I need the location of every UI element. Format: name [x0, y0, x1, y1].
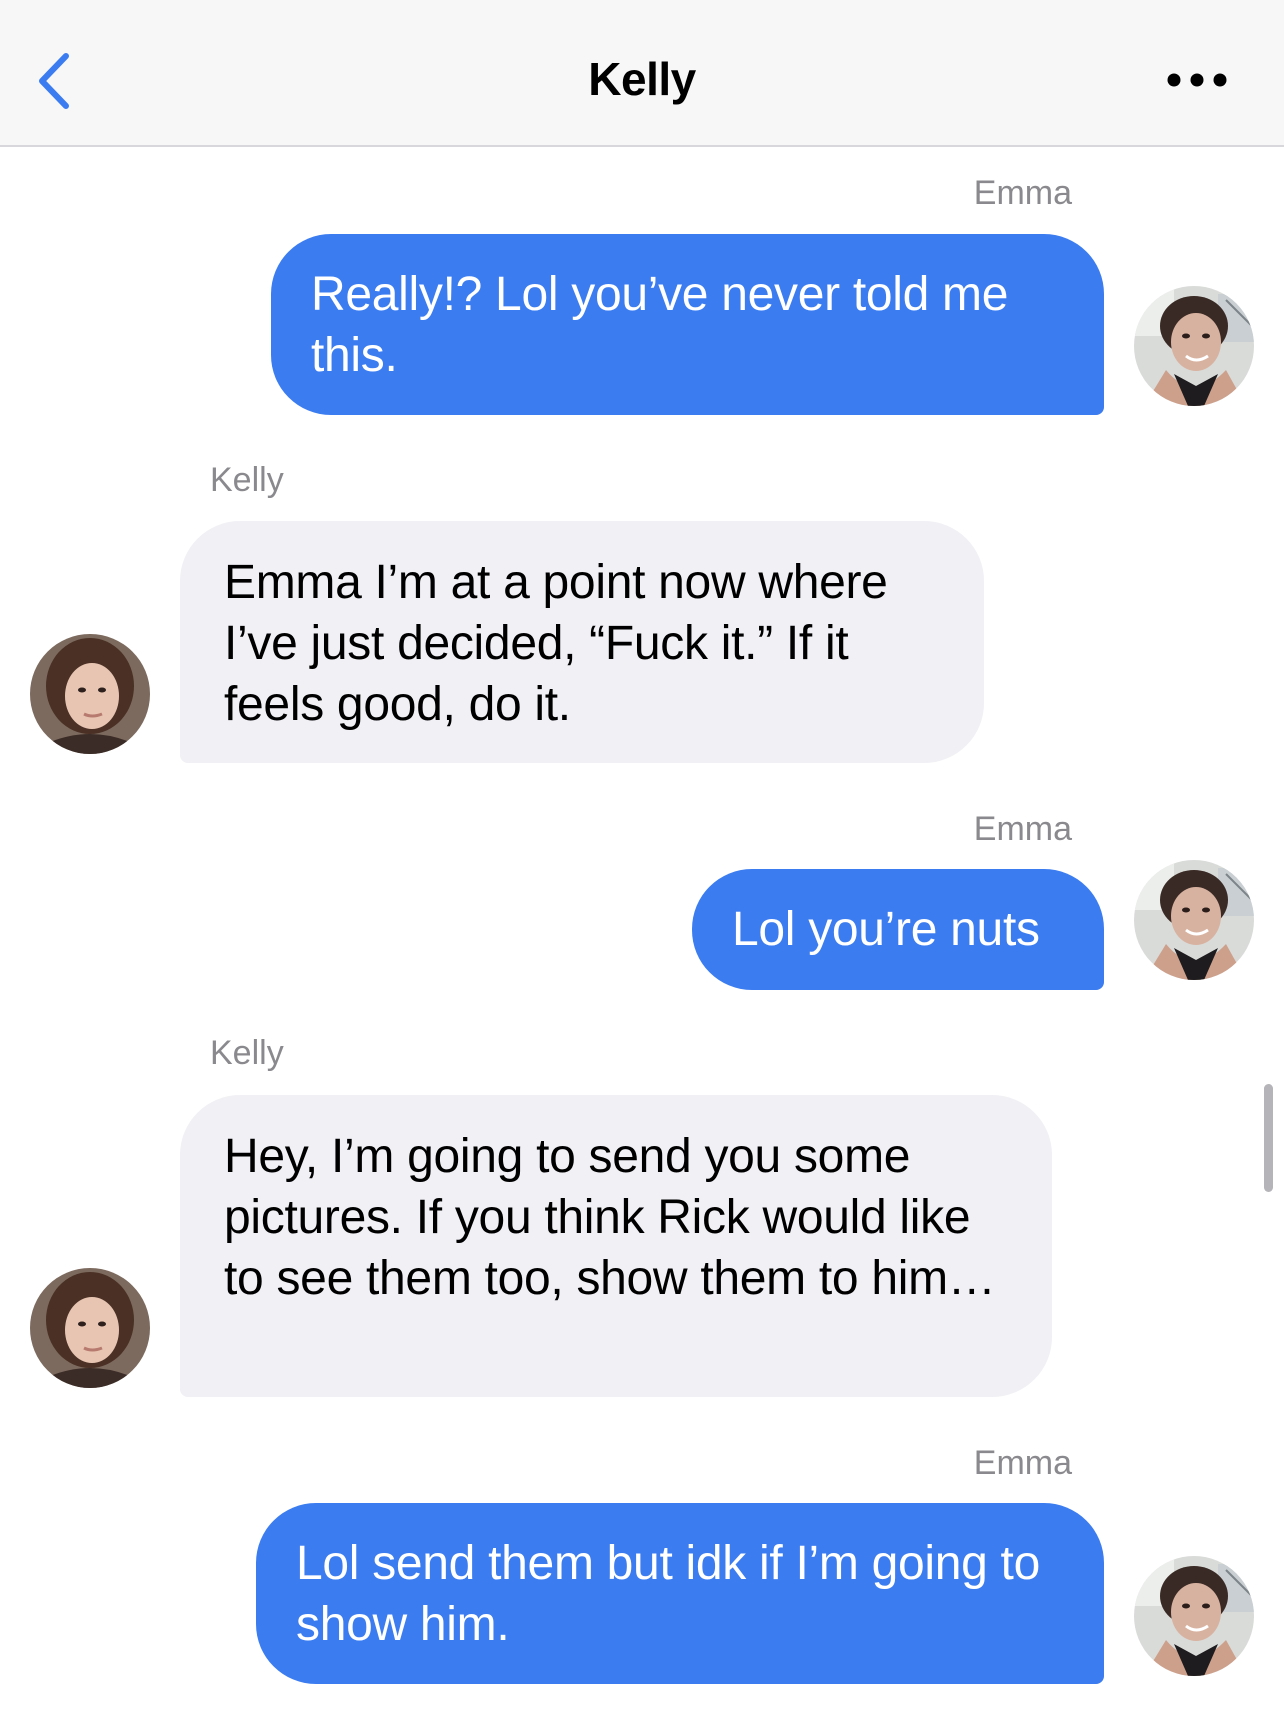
message-bubble-incoming[interactable]: Emma I’m at a point now where I’ve just … — [180, 521, 984, 763]
avatar-kelly[interactable] — [30, 634, 150, 754]
avatar-emma[interactable] — [1134, 286, 1254, 406]
sender-label: Kelly — [210, 1034, 284, 1072]
sender-label: Kelly — [210, 461, 284, 499]
nav-bar: Kelly — [0, 0, 1284, 147]
avatar-kelly[interactable] — [30, 1268, 150, 1388]
message-bubble-outgoing[interactable]: Lol send them but idk if I’m going to sh… — [256, 1503, 1104, 1684]
message-bubble-outgoing[interactable]: Really!? Lol you’ve never told me this. — [271, 234, 1104, 415]
ellipsis-icon — [1166, 73, 1228, 98]
sender-label: Emma — [973, 1444, 1072, 1482]
conversation-title: Kelly — [588, 53, 696, 105]
scrollbar[interactable] — [1264, 1084, 1273, 1192]
sender-label: Emma — [973, 174, 1072, 212]
avatar-emma[interactable] — [1134, 1556, 1254, 1676]
sender-label: Emma — [973, 810, 1072, 848]
message-bubble-outgoing[interactable]: Lol you’re nuts — [692, 869, 1104, 990]
avatar-emma[interactable] — [1134, 860, 1254, 980]
more-options-button[interactable] — [1166, 66, 1228, 94]
message-bubble-incoming[interactable]: Hey, I’m going to send you some pictures… — [180, 1095, 1052, 1397]
